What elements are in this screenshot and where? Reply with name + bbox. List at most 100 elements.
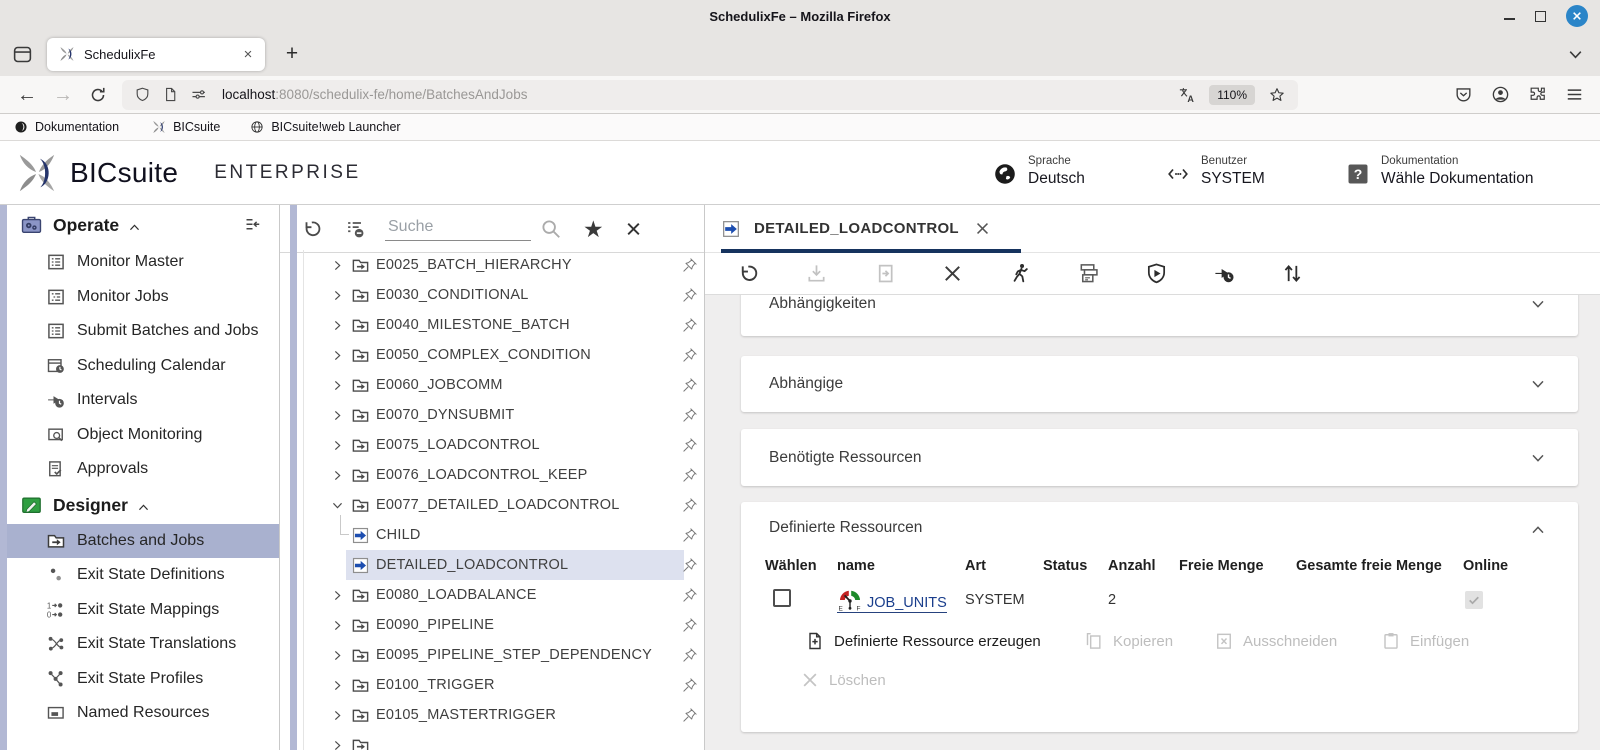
tree-row[interactable]: E0070_DYNSUBMIT: [280, 400, 704, 430]
chevron-right-icon[interactable]: [331, 649, 344, 662]
page-info-icon[interactable]: [162, 86, 179, 103]
resource-link[interactable]: JOB_UNITS: [867, 595, 947, 611]
pin-icon[interactable]: [682, 317, 698, 333]
chevron-down-icon[interactable]: [1530, 296, 1546, 312]
tree-item-label[interactable]: E0100_TRIGGER: [376, 677, 495, 693]
menu-hamburger-icon[interactable]: [1565, 85, 1584, 104]
duplicate-icon[interactable]: [873, 262, 896, 285]
copy-button[interactable]: Kopieren: [1084, 631, 1173, 651]
refresh-icon[interactable]: [737, 262, 760, 285]
tree-item-label[interactable]: E0030_CONDITIONAL: [376, 287, 529, 303]
tree-row-partial[interactable]: [280, 730, 704, 750]
tree-row[interactable]: E0030_CONDITIONAL: [280, 280, 704, 310]
tab-close-icon[interactable]: ×: [237, 43, 259, 65]
submit-stack-icon[interactable]: [1077, 262, 1100, 285]
section-required-resources[interactable]: Benötigte Ressourcen: [741, 429, 1578, 486]
sidebar-item-exit-state-mappings[interactable]: Exit State Mappings: [0, 593, 279, 628]
extensions-icon[interactable]: [1528, 85, 1547, 104]
tree-item-label[interactable]: E0040_MILESTONE_BATCH: [376, 317, 570, 333]
tree-item-label[interactable]: E0095_PIPELINE_STEP_DEPENDENCY: [376, 647, 652, 663]
tree-item-label[interactable]: E0090_PIPELINE: [376, 617, 494, 633]
forward-button[interactable]: →: [52, 85, 74, 105]
tree-row[interactable]: E0076_LOADCONTROL_KEEP: [280, 460, 704, 490]
pin-icon[interactable]: [682, 587, 698, 603]
window-close-button[interactable]: [1566, 5, 1588, 27]
tree-row[interactable]: E0075_LOADCONTROL: [280, 430, 704, 460]
pin-icon[interactable]: [682, 437, 698, 453]
tree-item-label[interactable]: E0080_LOADBALANCE: [376, 587, 537, 603]
chevron-right-icon[interactable]: [331, 409, 344, 422]
chevron-down-icon[interactable]: [1530, 376, 1546, 392]
run-now-icon[interactable]: [1009, 262, 1032, 285]
tree-row[interactable]: E0095_PIPELINE_STEP_DEPENDENCY: [280, 640, 704, 670]
shield-icon[interactable]: [134, 86, 151, 103]
section-dependencies[interactable]: Abhängigkeiten: [741, 295, 1578, 336]
translate-icon[interactable]: [1178, 86, 1196, 104]
pin-icon[interactable]: [682, 557, 698, 573]
clear-search-icon[interactable]: ×: [626, 215, 642, 242]
tree-item-label[interactable]: E0075_LOADCONTROL: [376, 437, 540, 453]
sidebar-section-operate[interactable]: Operate: [0, 205, 279, 245]
pin-icon[interactable]: [682, 407, 698, 423]
favorites-star-icon[interactable]: ★: [583, 217, 604, 240]
pin-icon[interactable]: [682, 347, 698, 363]
tree-item-label[interactable]: E0050_COMPLEX_CONDITION: [376, 347, 591, 363]
tree-row[interactable]: E0080_LOADBALANCE: [280, 580, 704, 610]
tab-close-icon[interactable]: [974, 220, 991, 237]
tab-list-chevron-icon[interactable]: [1567, 46, 1584, 63]
pin-icon[interactable]: [682, 497, 698, 513]
bookmark-dokumentation[interactable]: Dokumentation: [14, 120, 119, 134]
tree-item-label[interactable]: CHILD: [376, 527, 421, 543]
window-maximize-button[interactable]: [1535, 10, 1546, 22]
tree-item-label[interactable]: E0105_MASTERTRIGGER: [376, 707, 556, 723]
chevron-right-icon[interactable]: [331, 739, 344, 750]
sidebar-item-monitor-jobs[interactable]: Monitor Jobs: [0, 280, 279, 315]
url-bar[interactable]: localhost:8080/schedulix-fe/home/Batches…: [122, 79, 1298, 110]
documentation-selector[interactable]: Dokumentation Wähle Dokumentation: [1346, 155, 1534, 188]
bookmark-bicsuite-web-launcher[interactable]: BICsuite!web Launcher: [250, 120, 401, 134]
pin-icon[interactable]: [682, 257, 698, 273]
pin-icon[interactable]: [682, 677, 698, 693]
tree-item-label[interactable]: E0077_DETAILED_LOADCONTROL: [376, 497, 619, 513]
chevron-right-icon[interactable]: [331, 589, 344, 602]
firefox-view-icon[interactable]: [12, 44, 33, 65]
save-icon[interactable]: [805, 262, 828, 285]
pin-icon[interactable]: [682, 287, 698, 303]
chevron-right-icon[interactable]: [331, 259, 344, 272]
sidebar-item-intervals[interactable]: Intervals: [0, 383, 279, 418]
sidebar-item-monitor-master[interactable]: Monitor Master: [0, 245, 279, 280]
sidebar-scrollbar[interactable]: [0, 205, 7, 750]
sidebar-item-submit-batches-and-jobs[interactable]: Submit Batches and Jobs: [0, 314, 279, 349]
tree-item-label[interactable]: DETAILED_LOADCONTROL: [376, 557, 568, 573]
tree-row[interactable]: E0100_TRIGGER: [280, 670, 704, 700]
sidebar-item-exit-state-definitions[interactable]: Exit State Definitions: [0, 558, 279, 593]
permissions-icon[interactable]: [190, 86, 207, 103]
tree-item-label[interactable]: E0025_BATCH_HIERARCHY: [376, 257, 572, 273]
sidebar-section-designer[interactable]: Designer: [0, 487, 279, 524]
tree-row[interactable]: E0090_PIPELINE: [280, 610, 704, 640]
tree-item-label[interactable]: E0060_JOBCOMM: [376, 377, 503, 393]
collapse-sidebar-icon[interactable]: [242, 216, 263, 234]
collapse-all-icon[interactable]: [344, 218, 366, 240]
window-minimize-button[interactable]: [1504, 18, 1515, 20]
sidebar-item-exit-state-profiles[interactable]: Exit State Profiles: [0, 662, 279, 697]
detail-tab-detailed-loadcontrol[interactable]: DETAILED_LOADCONTROL: [721, 205, 1021, 253]
tree-item-label[interactable]: E0076_LOADCONTROL_KEEP: [376, 467, 588, 483]
pin-icon[interactable]: [682, 527, 698, 543]
pin-icon[interactable]: [682, 377, 698, 393]
chevron-right-icon[interactable]: [331, 679, 344, 692]
create-resource-button[interactable]: Definierte Ressource erzeugen: [805, 631, 1041, 651]
chevron-right-icon[interactable]: [331, 379, 344, 392]
tree-row[interactable]: E0025_BATCH_HIERARCHY: [280, 250, 704, 280]
pocket-icon[interactable]: [1454, 85, 1473, 104]
tree-row-child[interactable]: CHILD: [280, 515, 704, 550]
pin-icon[interactable]: [682, 467, 698, 483]
language-selector[interactable]: Sprache Deutsch: [993, 155, 1085, 188]
zoom-level-badge[interactable]: 110%: [1209, 84, 1255, 105]
section-dependents[interactable]: Abhängige: [741, 356, 1578, 412]
chevron-right-icon[interactable]: [331, 619, 344, 632]
browser-tab[interactable]: SchedulixFe ×: [47, 37, 265, 71]
chevron-right-icon[interactable]: [331, 319, 344, 332]
chevron-right-icon[interactable]: [331, 349, 344, 362]
chevron-down-icon[interactable]: [1530, 450, 1546, 466]
